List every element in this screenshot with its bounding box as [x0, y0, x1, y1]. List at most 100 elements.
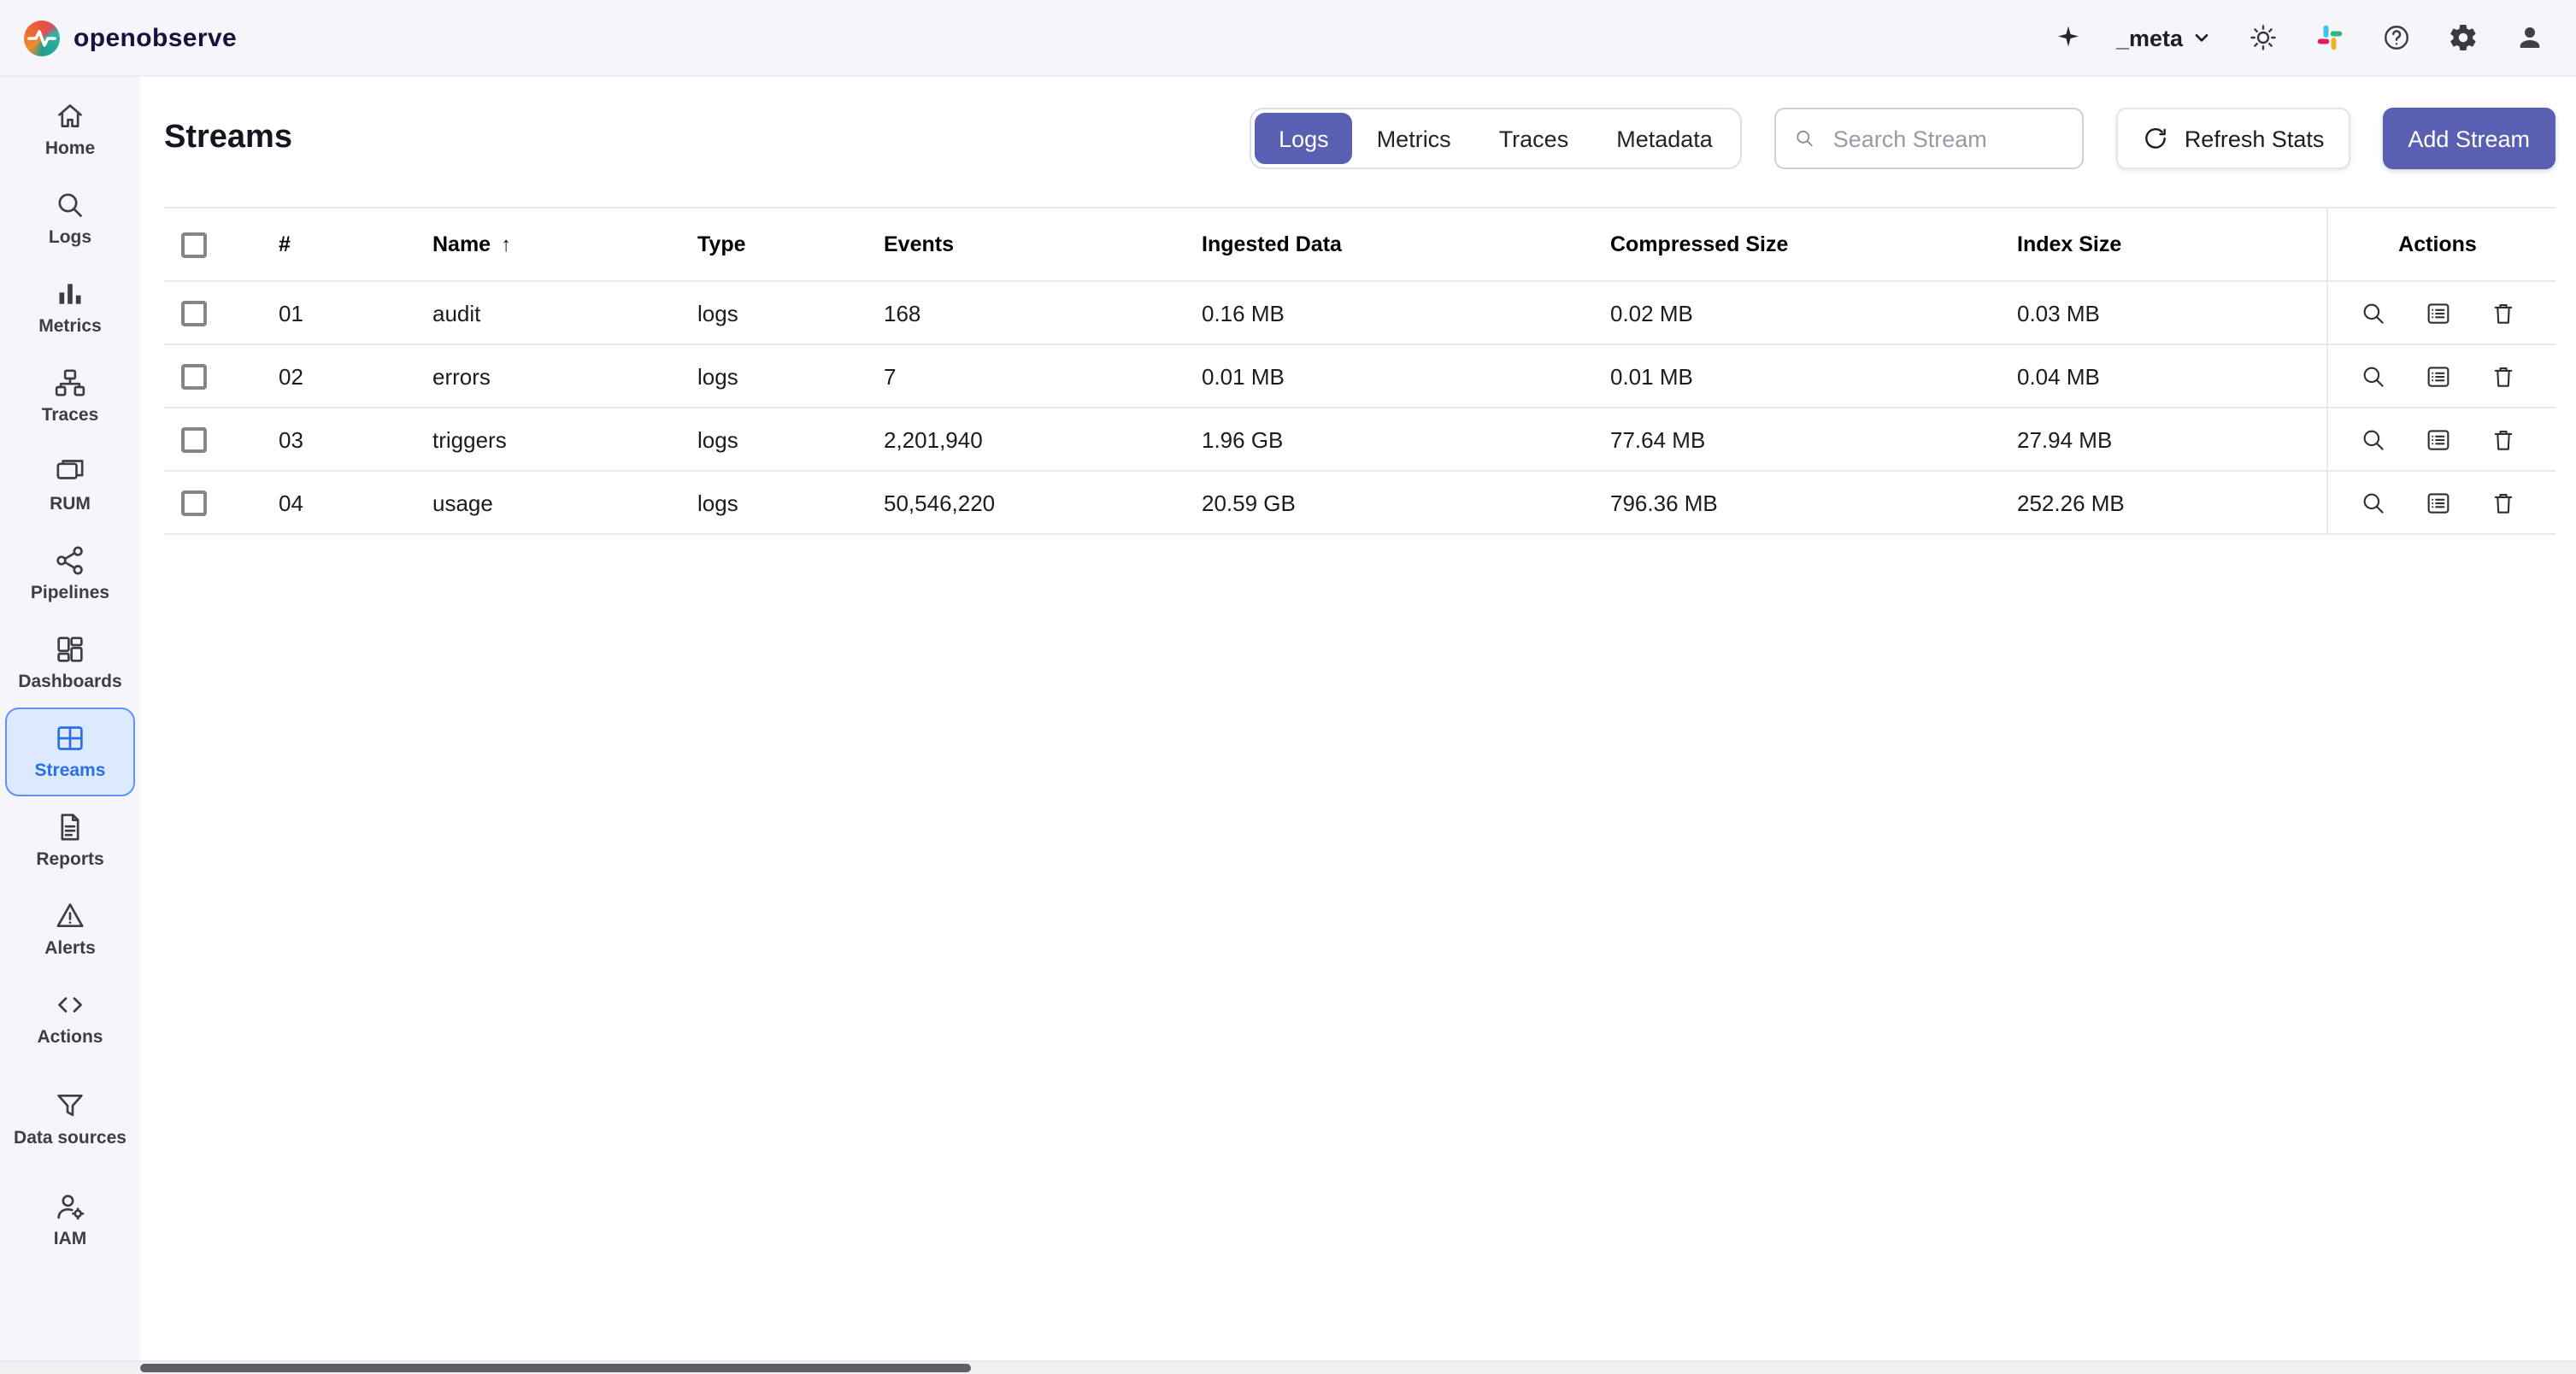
page-header: Streams Logs Metrics Traces Metadata Ref…: [140, 77, 2576, 200]
user-profile-icon[interactable]: [2511, 19, 2549, 56]
search-input[interactable]: [1830, 124, 2065, 153]
sidebar-item-label: Reports: [36, 849, 103, 872]
row-checkbox[interactable]: [181, 363, 207, 389]
row-ingested: 20.59 GB: [1173, 472, 1581, 533]
topbar-actions: _meta: [2050, 19, 2549, 56]
stream-type-tabs: Logs Metrics Traces Metadata: [1250, 108, 1742, 169]
stream-details-icon[interactable]: [2423, 298, 2452, 327]
sidebar-item-data-sources[interactable]: Data sources: [5, 1063, 135, 1176]
row-checkbox[interactable]: [181, 300, 207, 326]
stream-details-icon[interactable]: [2423, 488, 2452, 517]
select-all-checkbox[interactable]: [181, 232, 207, 257]
table-row: 03 triggers logs 2,201,940 1.96 GB 77.64…: [164, 408, 2555, 472]
delete-icon[interactable]: [2488, 361, 2517, 390]
tab-metadata[interactable]: Metadata: [1592, 113, 1737, 164]
sidebar-item-label: Metrics: [38, 316, 102, 338]
row-compressed: 0.01 MB: [1581, 345, 1988, 407]
row-checkbox[interactable]: [181, 490, 207, 515]
explore-icon[interactable]: [2358, 488, 2387, 517]
sidebar-item-label: RUM: [50, 494, 91, 516]
row-select-cell: [164, 472, 250, 533]
sidebar-item-dashboards[interactable]: Dashboards: [5, 619, 135, 708]
col-header-actions: Actions: [2326, 208, 2547, 280]
col-header-events[interactable]: Events: [855, 208, 1173, 280]
refresh-stats-button[interactable]: Refresh Stats: [2116, 108, 2350, 169]
ai-sparkle-icon[interactable]: [2050, 19, 2087, 56]
row-index: 04: [250, 472, 403, 533]
logo-text: openobserve: [74, 23, 237, 52]
add-stream-button[interactable]: Add Stream: [2382, 108, 2555, 169]
row-name: triggers: [403, 408, 668, 470]
col-header-index-size[interactable]: Index Size: [1988, 208, 2326, 280]
logo[interactable]: openobserve: [24, 20, 237, 56]
table-row: 04 usage logs 50,546,220 20.59 GB 796.36…: [164, 472, 2555, 535]
row-events: 168: [855, 282, 1173, 344]
sidebar-item-reports[interactable]: Reports: [5, 796, 135, 885]
sidebar-item-label: Streams: [35, 760, 106, 783]
delete-icon[interactable]: [2488, 425, 2517, 454]
row-checkbox[interactable]: [181, 426, 207, 452]
sidebar-item-home[interactable]: Home: [5, 85, 135, 174]
row-actions: [2326, 282, 2547, 344]
openobserve-logo-icon: [24, 20, 60, 56]
select-all-cell: [164, 208, 250, 280]
row-index-size: 0.03 MB: [1988, 282, 2326, 344]
table-row: 02 errors logs 7 0.01 MB 0.01 MB 0.04 MB: [164, 345, 2555, 408]
delete-icon[interactable]: [2488, 488, 2517, 517]
search-icon: [1793, 125, 1816, 152]
chevron-down-icon: [2188, 24, 2215, 51]
page-title: Streams: [164, 120, 292, 157]
stream-search: [1774, 108, 2084, 169]
help-icon[interactable]: [2378, 19, 2415, 56]
row-type: logs: [668, 472, 855, 533]
col-header-num[interactable]: #: [250, 208, 403, 280]
sidebar-item-metrics[interactable]: Metrics: [5, 263, 135, 352]
org-selector-value: _meta: [2116, 25, 2183, 50]
row-events: 50,546,220: [855, 472, 1173, 533]
row-ingested: 1.96 GB: [1173, 408, 1581, 470]
stream-details-icon[interactable]: [2423, 361, 2452, 390]
row-name: errors: [403, 345, 668, 407]
sidebar-item-traces[interactable]: Traces: [5, 352, 135, 441]
explore-icon[interactable]: [2358, 361, 2387, 390]
document-icon: [53, 810, 87, 844]
sidebar-item-logs[interactable]: Logs: [5, 174, 135, 263]
refresh-icon: [2142, 125, 2169, 152]
tab-logs[interactable]: Logs: [1255, 113, 1353, 164]
col-header-name[interactable]: Name ↑: [403, 208, 668, 280]
row-index-size: 252.26 MB: [1988, 472, 2326, 533]
search-icon: [53, 188, 87, 222]
theme-toggle-icon[interactable]: [2244, 19, 2282, 56]
col-header-compressed[interactable]: Compressed Size: [1581, 208, 1988, 280]
row-index: 03: [250, 408, 403, 470]
sidebar-item-rum[interactable]: RUM: [5, 441, 135, 530]
sidebar-item-actions[interactable]: Actions: [5, 974, 135, 1063]
sidebar-item-pipelines[interactable]: Pipelines: [5, 530, 135, 619]
sidebar-item-label: Logs: [49, 227, 91, 250]
row-compressed: 796.36 MB: [1581, 472, 1988, 533]
tab-traces[interactable]: Traces: [1475, 113, 1593, 164]
org-selector[interactable]: _meta: [2116, 24, 2215, 51]
stream-details-icon[interactable]: [2423, 425, 2452, 454]
slack-community-icon[interactable]: [2311, 19, 2349, 56]
col-header-type[interactable]: Type: [668, 208, 855, 280]
sidebar-item-label: Home: [45, 138, 95, 161]
explore-icon[interactable]: [2358, 425, 2387, 454]
bar-chart-icon: [53, 277, 87, 311]
row-compressed: 77.64 MB: [1581, 408, 1988, 470]
horizontal-scrollbar-track[interactable]: [0, 1360, 2576, 1374]
col-header-ingested[interactable]: Ingested Data: [1173, 208, 1581, 280]
tab-metrics[interactable]: Metrics: [1353, 113, 1475, 164]
table-grid-icon: [53, 721, 87, 755]
explore-icon[interactable]: [2358, 298, 2387, 327]
sidebar-item-alerts[interactable]: Alerts: [5, 885, 135, 974]
sidebar-item-label: Traces: [42, 405, 99, 427]
sort-ascending-icon[interactable]: ↑: [501, 232, 511, 256]
home-icon: [53, 99, 87, 133]
settings-gear-icon[interactable]: [2444, 19, 2482, 56]
sidebar-item-iam[interactable]: IAM: [5, 1176, 135, 1265]
horizontal-scrollbar-thumb[interactable]: [140, 1364, 971, 1372]
delete-icon[interactable]: [2488, 298, 2517, 327]
add-stream-label: Add Stream: [2408, 126, 2530, 151]
sidebar-item-streams[interactable]: Streams: [5, 708, 135, 796]
